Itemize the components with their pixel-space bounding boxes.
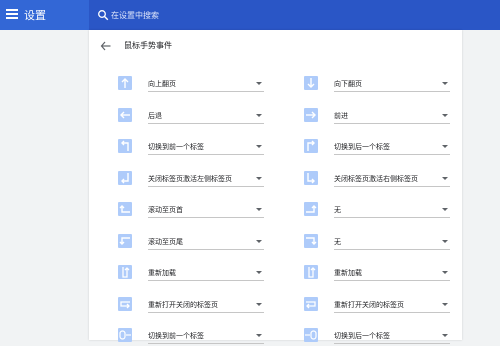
chevron-down-icon bbox=[442, 302, 448, 306]
chevron-down-icon bbox=[256, 208, 262, 211]
chevron-down-icon bbox=[256, 82, 262, 85]
action-dropdown[interactable]: 关闭标签页激活右侧标签页 bbox=[334, 171, 450, 187]
chevron-down-icon bbox=[256, 302, 262, 306]
app-title: 设置 bbox=[24, 9, 46, 22]
chevron-down-icon bbox=[442, 145, 448, 148]
action-selected-value: 后退 bbox=[148, 111, 162, 120]
menu-icon[interactable] bbox=[6, 9, 18, 19]
gesture-row: 关闭标签页激活左侧标签页 bbox=[118, 170, 268, 189]
chevron-down-icon bbox=[442, 208, 448, 211]
gesture-row: 重新打开关闭的标签页 bbox=[118, 296, 268, 315]
down-up-left-icon bbox=[118, 265, 132, 279]
chevron-down-icon bbox=[442, 176, 448, 180]
action-dropdown[interactable]: 滚动至页首 bbox=[148, 202, 264, 218]
gesture-row: 重新加载 bbox=[118, 265, 268, 283]
down-up-right-icon bbox=[304, 265, 318, 279]
action-selected-value: 无 bbox=[334, 206, 341, 214]
action-selected-value: 向下翻页 bbox=[334, 80, 362, 88]
action-dropdown[interactable]: 切换到后一个标签 bbox=[334, 328, 450, 344]
back-arrow-icon[interactable] bbox=[100, 40, 112, 52]
action-dropdown[interactable]: 重新加载 bbox=[148, 265, 264, 281]
gesture-row: 滚动至页首 bbox=[118, 202, 268, 220]
page-title: 鼠标手势事件 bbox=[124, 41, 172, 50]
settings-panel: 鼠标手势事件 向上翻页 向下翻页 后退 前进 切换到前一个标签 切换到后一个标签 关闭标签页… bbox=[89, 30, 462, 344]
up-left-icon bbox=[118, 139, 132, 153]
action-dropdown[interactable]: 后退 bbox=[148, 108, 264, 124]
action-selected-value: 重新加载 bbox=[334, 269, 362, 277]
chevron-down-icon bbox=[256, 271, 262, 274]
action-selected-value: 关闭标签页激活左侧标签页 bbox=[148, 174, 232, 183]
action-dropdown[interactable]: 重新加载 bbox=[334, 265, 450, 281]
right-up-icon bbox=[304, 202, 318, 216]
arrow-left-icon bbox=[118, 107, 132, 122]
search-icon bbox=[98, 10, 109, 21]
chevron-down-icon bbox=[442, 82, 448, 85]
search-input[interactable] bbox=[111, 7, 481, 23]
action-dropdown[interactable]: 重新打开关闭的标签页 bbox=[148, 297, 264, 313]
left-down-icon bbox=[118, 233, 132, 248]
action-dropdown[interactable]: 滚动至页尾 bbox=[148, 234, 264, 250]
action-selected-value: 前进 bbox=[334, 111, 348, 120]
chevron-down-icon bbox=[442, 271, 448, 274]
down-left-icon bbox=[118, 170, 132, 185]
action-dropdown[interactable]: 切换到前一个标签 bbox=[148, 328, 264, 344]
action-selected-value: 无 bbox=[334, 237, 341, 246]
action-selected-value: 重新打开关闭的标签页 bbox=[148, 300, 218, 309]
gesture-row: 向下翻页 bbox=[304, 76, 454, 94]
gesture-row: 无 bbox=[304, 233, 454, 252]
right-left-right-icon bbox=[304, 296, 318, 311]
action-dropdown[interactable]: 向上翻页 bbox=[148, 76, 264, 92]
action-selected-value: 关闭标签页激活右侧标签页 bbox=[334, 174, 418, 183]
gesture-row: 后退 bbox=[118, 107, 268, 126]
gesture-row: 切换到前一个标签 bbox=[118, 139, 268, 157]
gesture-row: 无 bbox=[304, 202, 454, 220]
chevron-down-icon bbox=[442, 334, 448, 337]
action-selected-value: 切换到前一个标签 bbox=[148, 143, 204, 151]
action-selected-value: 重新加载 bbox=[148, 269, 176, 277]
chevron-down-icon bbox=[256, 176, 262, 180]
gesture-row: 滚动至页尾 bbox=[118, 233, 268, 252]
up-right-icon bbox=[304, 139, 318, 153]
action-dropdown[interactable]: 重新打开关闭的标签页 bbox=[334, 297, 450, 313]
chevron-down-icon bbox=[442, 113, 448, 117]
left-up-icon bbox=[118, 202, 132, 216]
gesture-row: 向上翻页 bbox=[118, 76, 268, 94]
gesture-row: 重新打开关闭的标签页 bbox=[304, 296, 454, 315]
action-selected-value: 滚动至页首 bbox=[148, 206, 183, 214]
chevron-down-icon bbox=[256, 334, 262, 337]
gesture-row: 前进 bbox=[304, 107, 454, 126]
action-dropdown[interactable]: 无 bbox=[334, 202, 450, 218]
action-selected-value: 滚动至页尾 bbox=[148, 237, 183, 246]
chevron-down-icon bbox=[256, 145, 262, 148]
action-dropdown[interactable]: 切换到后一个标签 bbox=[334, 139, 450, 155]
action-selected-value: 切换到后一个标签 bbox=[334, 143, 390, 151]
left-right-left-icon bbox=[118, 296, 132, 311]
chevron-down-icon bbox=[442, 239, 448, 243]
action-dropdown[interactable]: 关闭标签页激活左侧标签页 bbox=[148, 171, 264, 187]
search-bar[interactable] bbox=[89, 0, 500, 30]
action-selected-value: 向上翻页 bbox=[148, 80, 176, 88]
gesture-row: 切换到后一个标签 bbox=[304, 139, 454, 157]
gesture-row: 关闭标签页激活右侧标签页 bbox=[304, 170, 454, 189]
arrow-up-icon bbox=[118, 76, 132, 90]
chevron-down-icon bbox=[256, 239, 262, 243]
right-down-icon bbox=[304, 233, 318, 248]
gesture-row: 切换到后一个标签 bbox=[304, 328, 454, 346]
chevron-down-icon bbox=[256, 113, 262, 117]
action-dropdown[interactable]: 无 bbox=[334, 234, 450, 250]
down-right-icon bbox=[304, 170, 318, 185]
action-dropdown[interactable]: 切换到前一个标签 bbox=[148, 139, 264, 155]
gesture-row: 重新加载 bbox=[304, 265, 454, 283]
arrow-right-icon bbox=[304, 107, 318, 122]
action-dropdown[interactable]: 向下翻页 bbox=[334, 76, 450, 92]
action-dropdown[interactable]: 前进 bbox=[334, 108, 450, 124]
gesture-row: 切换到前一个标签 bbox=[118, 328, 268, 346]
arrow-down-icon bbox=[304, 76, 318, 90]
action-selected-value: 重新打开关闭的标签页 bbox=[334, 300, 404, 309]
